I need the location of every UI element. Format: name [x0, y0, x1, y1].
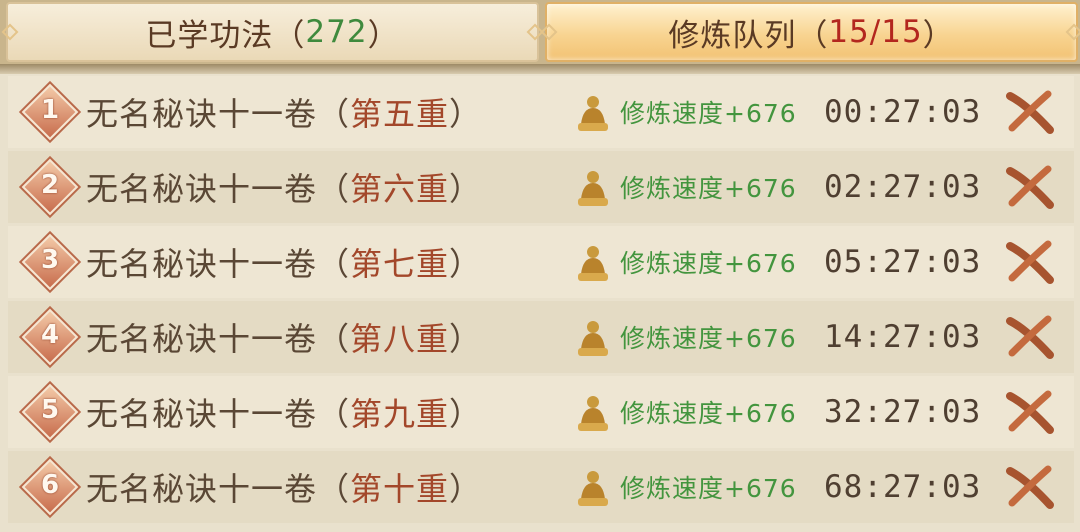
remaining-time: 02:27:03 [824, 169, 982, 205]
skill-tier: 第五重 [350, 95, 450, 133]
tab-corner-ornament [540, 23, 558, 41]
skill-name: 无名秘诀十一卷（第十重） [86, 464, 482, 510]
skill-title: 无名秘诀十一卷 [86, 95, 318, 133]
header-divider [0, 64, 1080, 74]
buddha-icon [578, 246, 608, 281]
buddha-icon [578, 96, 608, 131]
training-speed: 修炼速度+676 [620, 174, 797, 203]
tab-corner-ornament [1, 23, 19, 41]
skill-tier: 第八重 [350, 320, 450, 358]
paren-open: （ [317, 245, 351, 283]
tab-learned-skills[interactable]: 已学功法（272） [1, 2, 544, 62]
skill-title: 无名秘诀十一卷 [86, 470, 318, 508]
training-queue-list[interactable]: 1 无名秘诀十一卷（第五重） 修炼速度+676 00:27:03 2 无名秘诀十… [8, 76, 1074, 532]
skill-tier: 第七重 [350, 245, 450, 283]
buddha-icon [578, 396, 608, 431]
paren-open: （ [317, 95, 351, 133]
queue-row: 1 无名秘诀十一卷（第五重） 修炼速度+676 00:27:03 [8, 76, 1074, 148]
skill-title: 无名秘诀十一卷 [86, 395, 318, 433]
paren-open: （ [317, 170, 351, 208]
queue-rank: 1 [40, 95, 60, 125]
queue-rank: 3 [40, 245, 60, 275]
training-speed: 修炼速度+676 [620, 249, 797, 278]
cancel-x-icon[interactable] [1006, 90, 1054, 134]
training-speed: 修炼速度+676 [620, 99, 797, 128]
tab-training-queue[interactable]: 修炼队列（15/15） [540, 2, 1080, 62]
skill-title: 无名秘诀十一卷 [86, 320, 318, 358]
skill-name: 无名秘诀十一卷（第八重） [86, 314, 482, 360]
tab-learned-paren-open: （ [273, 17, 306, 54]
paren-close: ） [449, 170, 483, 208]
buddha-icon [578, 471, 608, 506]
paren-close: ） [449, 395, 483, 433]
skill-tier: 第九重 [350, 395, 450, 433]
tab-learned-count: 272 [305, 14, 368, 50]
tab-queue-label: 修炼队列 [668, 17, 797, 54]
buddha-icon [578, 171, 608, 206]
cancel-x-icon[interactable] [1006, 240, 1054, 284]
skill-name: 无名秘诀十一卷（第七重） [86, 239, 482, 285]
paren-close: ） [449, 320, 483, 358]
paren-open: （ [317, 395, 351, 433]
skill-title: 无名秘诀十一卷 [86, 245, 318, 283]
training-speed: 修炼速度+676 [620, 324, 797, 353]
buddha-icon [578, 321, 608, 356]
tab-queue-paren-close: ） [922, 17, 955, 54]
training-speed: 修炼速度+676 [620, 474, 797, 503]
skill-tier: 第十重 [350, 470, 450, 508]
queue-rank: 6 [40, 470, 60, 500]
cancel-x-icon[interactable] [1006, 315, 1054, 359]
training-speed: 修炼速度+676 [620, 399, 797, 428]
paren-close: ） [449, 245, 483, 283]
tab-learned-paren-close: ） [367, 17, 400, 54]
tab-queue-count: 15/15 [828, 14, 923, 50]
skill-title: 无名秘诀十一卷 [86, 170, 318, 208]
remaining-time: 32:27:03 [824, 394, 982, 430]
paren-close: ） [449, 95, 483, 133]
queue-rank: 5 [40, 395, 60, 425]
remaining-time: 68:27:03 [824, 469, 982, 505]
cancel-x-icon[interactable] [1006, 165, 1054, 209]
tab-queue-paren-open: （ [796, 17, 829, 54]
skill-name: 无名秘诀十一卷（第九重） [86, 389, 482, 435]
cancel-x-icon[interactable] [1006, 465, 1054, 509]
queue-row: 6 无名秘诀十一卷（第十重） 修炼速度+676 68:27:03 [8, 451, 1074, 523]
queue-rank: 4 [40, 320, 60, 350]
tab-bar: 已学功法（272） 修炼队列（15/15） [0, 0, 1080, 64]
paren-open: （ [317, 470, 351, 508]
queue-row: 5 无名秘诀十一卷（第九重） 修炼速度+676 32:27:03 [8, 376, 1074, 448]
paren-open: （ [317, 320, 351, 358]
tab-learned-label: 已学功法 [145, 17, 274, 54]
skill-name: 无名秘诀十一卷（第五重） [86, 89, 482, 135]
queue-row: 2 无名秘诀十一卷（第六重） 修炼速度+676 02:27:03 [8, 151, 1074, 223]
skill-name: 无名秘诀十一卷（第六重） [86, 164, 482, 210]
remaining-time: 14:27:03 [824, 319, 982, 355]
remaining-time: 00:27:03 [824, 94, 982, 130]
cancel-x-icon[interactable] [1006, 390, 1054, 434]
queue-row: 3 无名秘诀十一卷（第七重） 修炼速度+676 05:27:03 [8, 226, 1074, 298]
skill-tier: 第六重 [350, 170, 450, 208]
queue-rank: 2 [40, 170, 60, 200]
queue-row: 4 无名秘诀十一卷（第八重） 修炼速度+676 14:27:03 [8, 301, 1074, 373]
tab-corner-ornament [1065, 23, 1080, 41]
paren-close: ） [449, 470, 483, 508]
remaining-time: 05:27:03 [824, 244, 982, 280]
